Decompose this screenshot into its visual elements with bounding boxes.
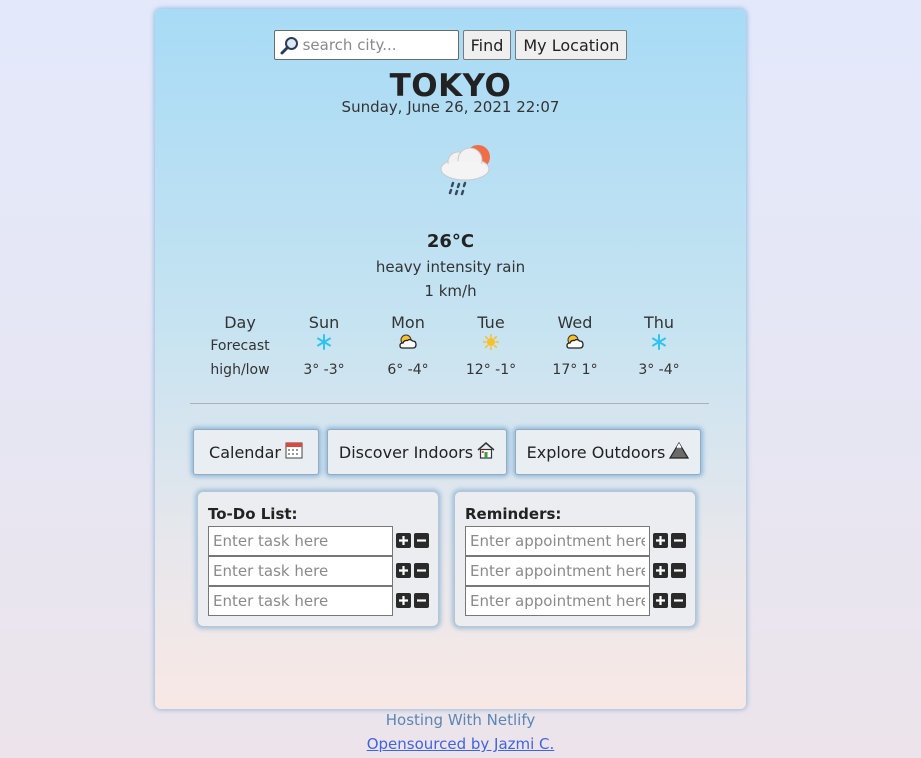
hosting-note: Hosting With Netlify bbox=[385, 711, 536, 729]
todo-input[interactable] bbox=[208, 556, 393, 586]
discover-indoors-label: Discover Indoors bbox=[338, 442, 474, 462]
plus-icon[interactable] bbox=[396, 533, 411, 548]
minus-icon[interactable] bbox=[414, 563, 429, 578]
search-field[interactable] bbox=[273, 30, 459, 60]
discover-indoors-button[interactable]: Discover Indoors bbox=[327, 429, 507, 475]
forecast-day-name: Tue bbox=[477, 313, 505, 332]
highlow-label: high/low bbox=[210, 362, 270, 378]
reminders-panel: Reminders: bbox=[454, 491, 696, 627]
forecast-day: Tue 12° -1° bbox=[451, 312, 531, 382]
forecast-day-name: Thu bbox=[643, 313, 675, 332]
calendar-button[interactable]: Calendar bbox=[193, 429, 319, 475]
forecast-labels: Day Forecast high/low bbox=[200, 312, 280, 382]
reminder-input[interactable] bbox=[465, 586, 650, 616]
forecast-day-name: Wed bbox=[557, 313, 593, 332]
calendar-icon bbox=[285, 441, 303, 463]
search-input[interactable] bbox=[302, 31, 455, 59]
day-label: Day bbox=[224, 313, 256, 332]
forecast-day: Mon 6° -4° bbox=[368, 312, 448, 382]
find-button[interactable]: Find bbox=[462, 30, 512, 60]
todo-row bbox=[208, 586, 438, 616]
weather-card: Find My Location TOKYO Sunday, June 26, … bbox=[155, 9, 746, 709]
plus-icon[interactable] bbox=[396, 563, 411, 578]
forecast-highlow: 3° -4° bbox=[638, 362, 680, 378]
minus-icon[interactable] bbox=[671, 563, 686, 578]
forecast-highlow: 12° -1° bbox=[465, 362, 517, 378]
calendar-button-label: Calendar bbox=[209, 442, 281, 462]
minus-icon[interactable] bbox=[414, 593, 429, 608]
reminder-row bbox=[465, 586, 695, 616]
minus-icon[interactable] bbox=[671, 593, 686, 608]
explore-outdoors-label: Explore Outdoors bbox=[526, 442, 666, 462]
weather-description: heavy intensity rain bbox=[375, 258, 526, 276]
explore-outdoors-button[interactable]: Explore Outdoors bbox=[515, 429, 701, 475]
forecast-day: Thu 3° -4° bbox=[619, 312, 699, 382]
cloud-sun-rain-icon bbox=[434, 139, 498, 199]
todo-title: To-Do List: bbox=[208, 505, 298, 523]
reminder-input[interactable] bbox=[465, 526, 650, 556]
date-time: Sunday, June 26, 2021 22:07 bbox=[341, 98, 560, 116]
my-location-button[interactable]: My Location bbox=[515, 30, 628, 60]
forecast-highlow: 17° 1° bbox=[552, 362, 598, 378]
search-bar: Find My Location bbox=[155, 30, 746, 60]
snowflake-icon bbox=[316, 334, 332, 358]
forecast-label: Forecast bbox=[210, 338, 270, 354]
minus-icon[interactable] bbox=[671, 533, 686, 548]
wind-speed: 1 km/h bbox=[424, 282, 477, 300]
todo-row bbox=[208, 526, 438, 556]
forecast-highlow: 6° -4° bbox=[387, 362, 429, 378]
plus-icon[interactable] bbox=[653, 533, 668, 548]
sun-cloud-icon bbox=[398, 334, 418, 358]
sun-icon bbox=[482, 333, 500, 358]
house-icon bbox=[477, 441, 495, 463]
opensource-link[interactable]: Opensourced by Jazmi C. bbox=[0, 735, 921, 753]
todo-panel: To-Do List: bbox=[197, 491, 439, 627]
forecast-highlow: 3° -3° bbox=[303, 362, 345, 378]
plus-icon[interactable] bbox=[653, 563, 668, 578]
reminder-row bbox=[465, 556, 695, 586]
temperature: 26°C bbox=[426, 231, 475, 252]
reminder-input[interactable] bbox=[465, 556, 650, 586]
forecast-day-name: Mon bbox=[391, 313, 425, 332]
magnifier-icon bbox=[280, 36, 300, 56]
sun-cloud-icon bbox=[565, 334, 585, 358]
forecast-day-name: Sun bbox=[308, 313, 340, 332]
reminder-row bbox=[465, 526, 695, 556]
reminders-title: Reminders: bbox=[465, 505, 562, 523]
todo-input[interactable] bbox=[208, 586, 393, 616]
plus-icon[interactable] bbox=[396, 593, 411, 608]
todo-input[interactable] bbox=[208, 526, 393, 556]
minus-icon[interactable] bbox=[414, 533, 429, 548]
mountain-icon bbox=[669, 441, 690, 463]
forecast-day: Sun 3° -3° bbox=[284, 312, 364, 382]
snowflake-icon bbox=[651, 334, 667, 358]
todo-row bbox=[208, 556, 438, 586]
plus-icon[interactable] bbox=[653, 593, 668, 608]
forecast-day: Wed 17° 1° bbox=[535, 312, 615, 382]
divider bbox=[190, 403, 709, 404]
